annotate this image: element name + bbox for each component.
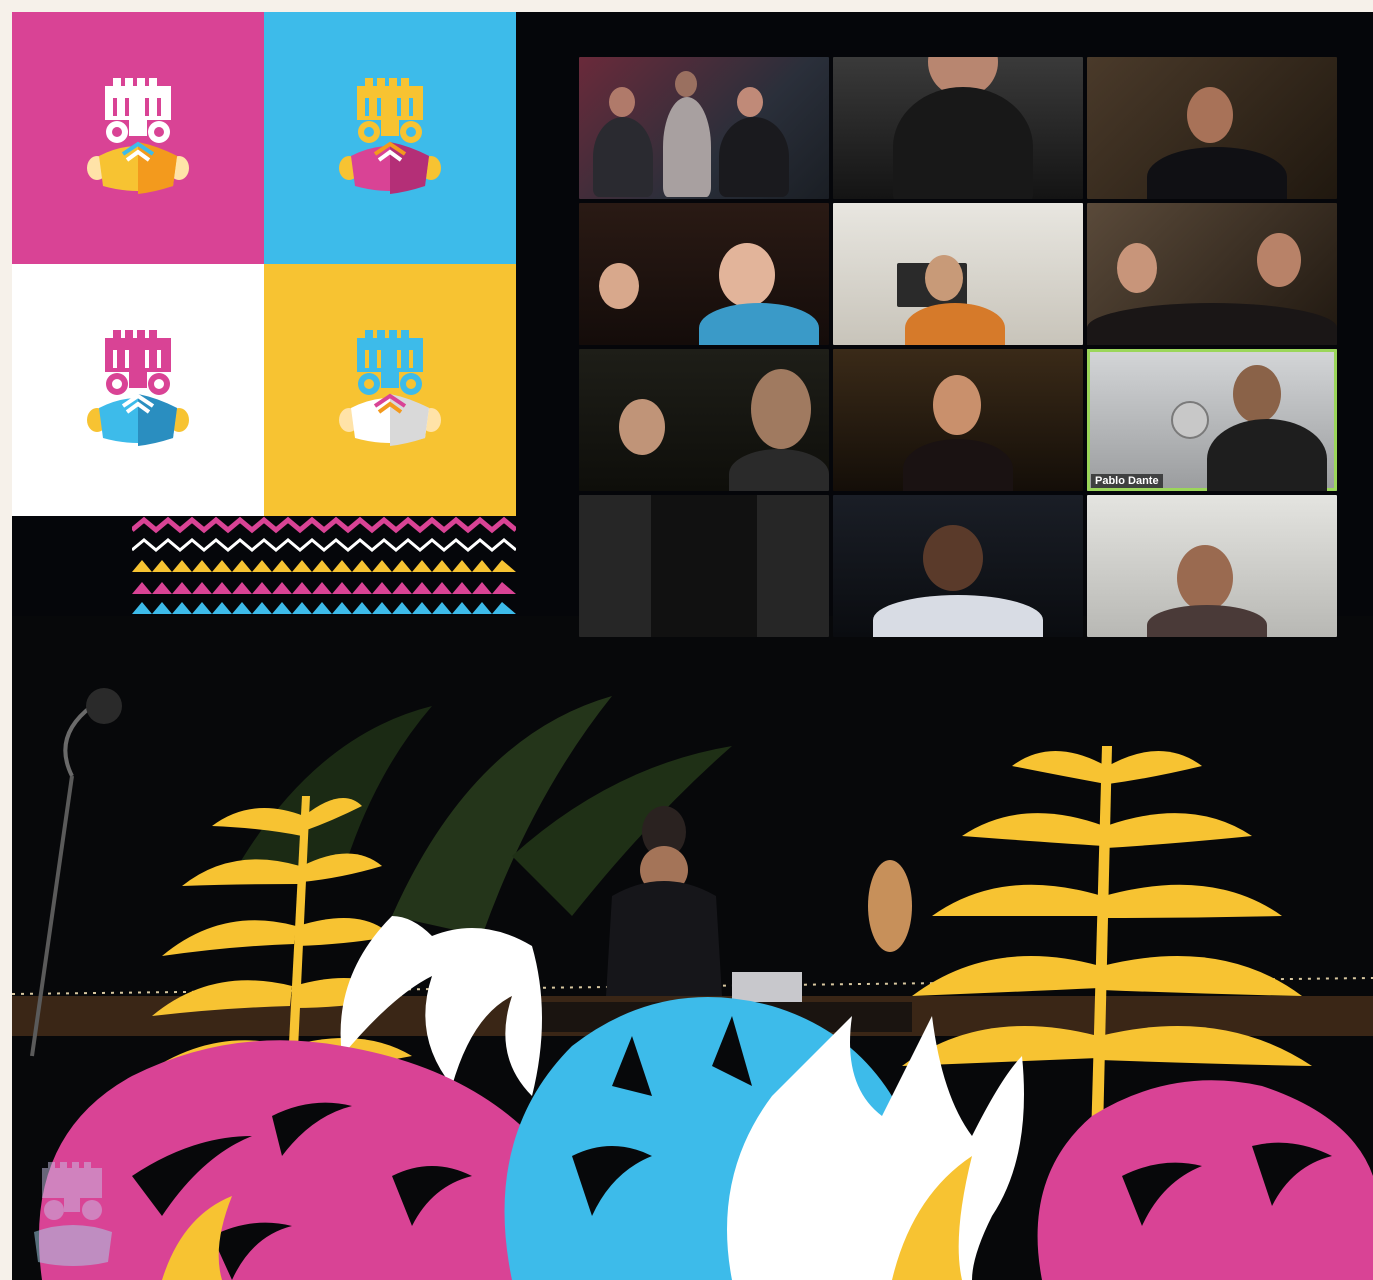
tropical-foliage-decoration	[38, 746, 1373, 1280]
logo-tile	[264, 12, 516, 264]
participant-tile[interactable]	[833, 203, 1083, 345]
event-collage: Pablo Dante	[12, 12, 1373, 1280]
participant-name-label: Pablo Dante	[1091, 474, 1163, 488]
participant-tile[interactable]	[579, 57, 829, 199]
video-call-grid: Pablo Dante	[579, 57, 1339, 637]
logo-tile	[264, 264, 516, 516]
participant-tile[interactable]	[579, 349, 829, 491]
mask-mascot-icon	[339, 330, 441, 446]
participant-tile[interactable]	[579, 203, 829, 345]
logo-tile	[12, 12, 264, 264]
participant-tile[interactable]	[1087, 203, 1337, 345]
mask-mascot-icon	[339, 78, 441, 194]
mask-mascot-icon	[87, 330, 189, 446]
logo-tile	[12, 264, 264, 516]
faded-mascot-watermark-icon	[34, 1162, 112, 1266]
logo-variations-grid	[12, 12, 516, 516]
mask-mascot-icon	[87, 78, 189, 194]
zigzag-pattern	[132, 516, 516, 616]
participant-tile-active-speaker[interactable]: Pablo Dante	[1087, 349, 1337, 491]
participant-tile[interactable]	[833, 57, 1083, 199]
participant-tile[interactable]	[833, 349, 1083, 491]
participant-tile[interactable]	[1087, 57, 1337, 199]
